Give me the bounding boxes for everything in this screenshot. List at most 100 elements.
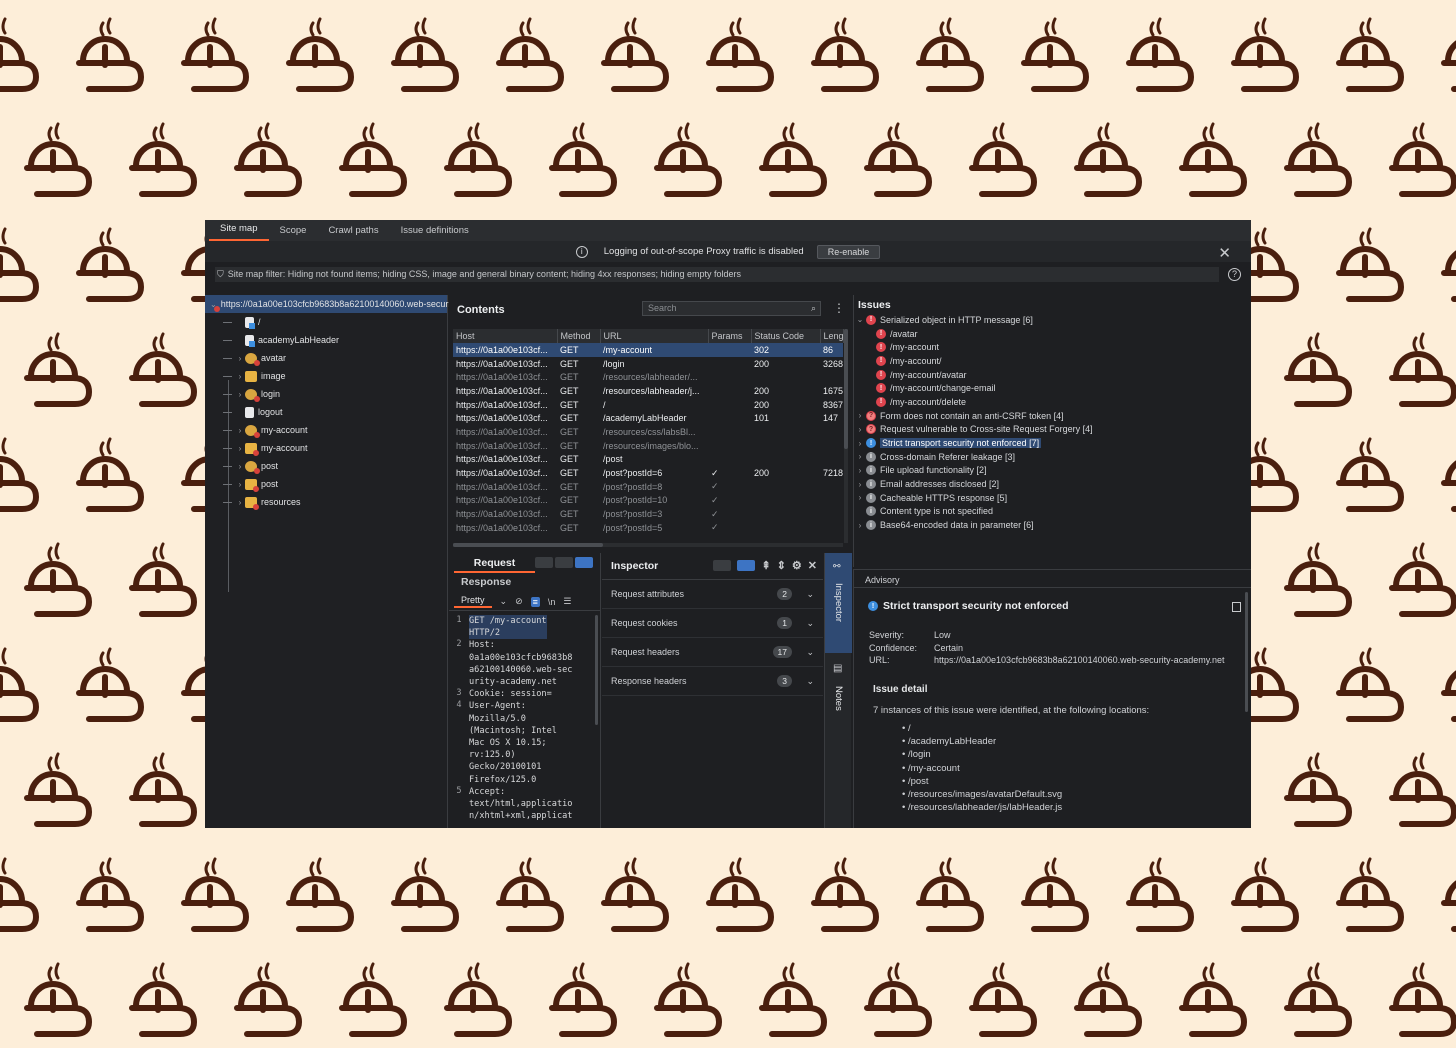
table-row[interactable]: https://0a1a00e103cf... GET/resources/ima… [453,439,843,453]
inspector-section[interactable]: Request attributes 2 ⌄ [602,580,823,609]
request-scrollbar[interactable] [595,615,598,725]
table-row[interactable]: https://0a1a00e103cf... GET/post?postId=1… [453,494,843,508]
chevron-right-icon[interactable]: › [854,425,866,434]
issue-instance[interactable]: ! /my-account/change-email [854,381,1251,395]
table-row[interactable]: https://0a1a00e103cf... GET/post [453,453,843,467]
layout-horizontal-icon[interactable] [555,557,573,568]
side-tab-notes[interactable]: Notes [833,686,844,711]
chevron-right-icon[interactable]: › [854,480,866,489]
chevron-down-icon[interactable]: ⌄ [806,647,814,658]
table-row[interactable]: https://0a1a00e103cf... GET/login 200 3268 [453,357,843,371]
layout-split-icon[interactable] [535,557,553,568]
column-header[interactable]: Status Code [751,329,821,343]
inspector-section[interactable]: Request cookies 1 ⌄ [602,609,823,638]
chevron-down-icon[interactable]: ⌄ [806,618,814,629]
table-row[interactable]: https://0a1a00e103cf... GET/post?postId=3… [453,507,843,521]
inspector-section[interactable]: Request headers 17 ⌄ [602,638,823,667]
advisory-scrollbar[interactable] [1245,592,1248,712]
table-row[interactable]: https://0a1a00e103cf... GET/resources/css… [453,425,843,439]
chevron-right-icon[interactable]: › [854,439,866,448]
issue-instance[interactable]: ! /my-account [854,340,1251,354]
contents-vertical-scrollbar[interactable] [844,329,848,543]
tab-response[interactable]: Response [461,576,511,588]
table-row[interactable]: https://0a1a00e103cf... GET/post?postId=8… [453,480,843,494]
chevron-right-icon[interactable]: › [854,411,866,420]
align-top-icon[interactable]: ⇞ [761,559,770,572]
issue-item[interactable]: › i Cross-domain Referer leakage [3] [854,450,1251,464]
contents-search-input[interactable]: Search ⌕ [642,301,821,316]
more-options-icon[interactable]: ⋮ [833,301,845,315]
tree-item[interactable]: › post [205,475,447,493]
tab-request[interactable]: Request [454,555,535,573]
request-editor[interactable]: 1 GET /my-account HTTP/2 2 Host: 0a1a00e103… [449,611,600,822]
tree-item[interactable]: › resources [205,493,447,511]
tree-item[interactable]: › my-account [205,421,447,439]
layout-toggle[interactable] [535,557,593,568]
site-map-filter[interactable]: ⛉ Site map filter: Hiding not found item… [215,266,1219,282]
chevron-right-icon[interactable]: › [235,354,245,363]
tree-item[interactable]: › login [205,385,447,403]
chevron-down-icon[interactable]: ⌄ [854,315,866,324]
layout-list-icon[interactable] [713,560,732,571]
hide-icon[interactable]: ⊘ [515,596,523,607]
issue-item[interactable]: › i Cacheable HTTPS response [5] [854,491,1251,505]
issue-item[interactable]: ›? Form does not contain an anti-CSRF tok… [854,409,1251,423]
column-header[interactable]: Length [820,329,844,343]
tab-site-map[interactable]: Site map [209,223,269,241]
issue-instance[interactable]: ! /my-account/avatar [854,368,1251,382]
table-row[interactable]: https://0a1a00e103cf... GET/my-account 302… [453,343,843,357]
table-row[interactable]: https://0a1a00e103cf... GET/post?postId=5… [453,521,843,535]
chevron-right-icon[interactable]: › [854,521,866,530]
table-row[interactable]: https://0a1a00e103cf... GET/post?postId=6… [453,466,843,480]
tree-item[interactable]: › my-account [205,439,447,457]
column-header[interactable]: Host [453,329,558,343]
tab-advisory[interactable]: Advisory [854,570,1251,588]
tab-crawl-paths[interactable]: Crawl paths [317,225,389,241]
tree-item[interactable]: › post [205,457,447,475]
notes-icon[interactable]: ▤ [833,663,842,674]
chevron-down-icon[interactable]: ⌄ [806,589,814,600]
column-header[interactable]: Params [708,329,752,343]
tree-item[interactable]: / [205,313,447,331]
column-header[interactable]: URL [600,329,709,343]
chevron-right-icon[interactable]: › [235,498,245,507]
side-tab-inspector[interactable]: ⚯ Inspector [825,553,852,653]
tree-item[interactable]: › avatar [205,349,447,367]
tab-scope[interactable]: Scope [269,225,318,241]
split-icon[interactable]: ⇕ [777,559,786,572]
chevron-right-icon[interactable]: › [854,466,866,475]
chevron-right-icon[interactable]: › [235,480,245,489]
chevron-right-icon[interactable]: › [854,493,866,502]
issue-item[interactable]: ›! Strict transport security not enforced… [854,436,1251,450]
inspector-section[interactable]: Response headers 3 ⌄ [602,667,823,696]
issue-item[interactable]: › i Base64-encoded data in parameter [6] [854,518,1251,532]
tab-issue-definitions[interactable]: Issue definitions [390,225,480,241]
tree-root[interactable]: ⌄ https://0a1a00e103cfcb9683b8a621001400… [205,295,511,313]
close-icon[interactable]: ✕ [808,559,817,572]
issue-item[interactable]: ⌄! Serialized object in HTTP message [6] [854,313,1251,327]
menu-icon[interactable]: ☰ [563,596,571,607]
help-icon[interactable]: ? [1228,267,1241,281]
close-icon[interactable]: ✕ [1218,244,1231,262]
issue-instance[interactable]: ! /my-account/ [854,354,1251,368]
chevron-down-icon[interactable]: ⌄ [806,676,814,687]
copy-icon[interactable] [1232,602,1241,612]
tree-item[interactable]: › image [205,367,447,385]
chevron-right-icon[interactable]: › [235,372,245,381]
layout-tabs-icon[interactable] [737,560,756,571]
layout-single-icon[interactable] [575,557,593,568]
newline-icon[interactable]: \n [548,597,556,607]
table-row[interactable]: https://0a1a00e103cf... GET / 200 8367 [453,398,843,412]
chevron-right-icon[interactable]: › [235,444,245,453]
tree-item[interactable]: academyLabHeader [205,331,447,349]
issue-item[interactable]: ›? Request vulnerable to Cross-site Reque… [854,423,1251,437]
table-row[interactable]: https://0a1a00e103cf... GET/resources/lab… [453,384,843,398]
table-row[interactable]: https://0a1a00e103cf... GET/resources/lab… [453,370,843,384]
issue-instance[interactable]: ! /my-account/delete [854,395,1251,409]
chevron-right-icon[interactable]: › [235,462,245,471]
re-enable-button[interactable]: Re-enable [816,244,881,259]
pretty-tab[interactable]: Pretty [454,595,492,608]
issue-instance[interactable]: ! /avatar [854,327,1251,341]
chevron-down-icon[interactable]: ⌄ [500,596,508,607]
table-row[interactable]: https://0a1a00e103cf... GET/academyLabHea… [453,411,843,425]
